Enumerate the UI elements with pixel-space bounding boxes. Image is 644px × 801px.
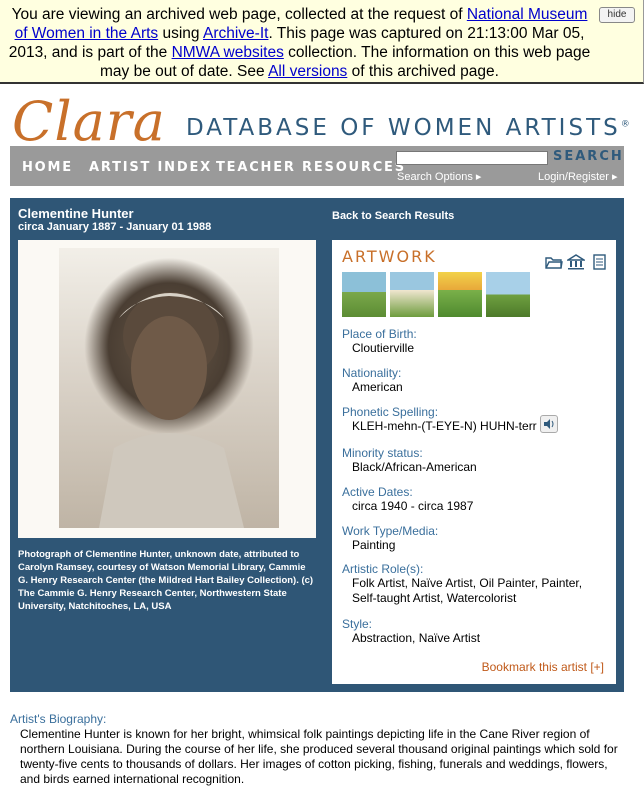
site-tagline: DATABASE OF WOMEN ARTISTS® [186,115,630,141]
banner-text-2: using [158,25,203,42]
nav-teacher-resources[interactable]: TEACHER RESOURCES [216,160,406,175]
artist-panel: Clementine Hunter circa January 1887 - J… [10,198,624,692]
banner-text-1: You are viewing an archived web page, co… [11,6,467,23]
active-dates-label: Active Dates: [342,485,413,499]
place-of-birth-value: Cloutierville [352,341,415,355]
archive-it-link[interactable]: Archive-It [203,25,268,42]
login-register-link[interactable]: Login/Register ▸ [538,170,618,183]
folder-icon[interactable] [545,254,563,270]
bookmark-artist-link[interactable]: Bookmark this artist [+] [482,660,604,674]
back-to-search-link[interactable]: Back to Search Results [332,210,454,222]
registered-mark: ® [620,119,630,130]
banner-text-5: of this archived page. [347,63,499,80]
nav-artist-index[interactable]: ARTIST INDEX [89,160,212,175]
photo-frame [18,240,316,538]
tagline-text: DATABASE OF WOMEN ARTISTS [186,115,621,141]
nationality-label: Nationality: [342,366,402,380]
hide-button[interactable]: hide [599,7,635,23]
nav-home[interactable]: HOME [22,160,73,175]
all-versions-link[interactable]: All versions [268,63,347,80]
artwork-info-box: ARTWORK Place of Birth: Cloutierville Na… [332,240,616,684]
phonetic-spelling-value: KLEH-mehn-(T-EYE-N) HUHN-terr [352,419,537,433]
minority-status-label: Minority status: [342,446,423,460]
artwork-thumbnail-1[interactable] [342,272,386,317]
artist-dates: circa January 1887 - January 01 1988 [18,221,212,233]
work-type-value: Painting [352,538,396,552]
archive-banner: You are viewing an archived web page, co… [0,0,644,84]
style-value: Abstraction, Naïve Artist [352,631,481,645]
artwork-thumbnail-3[interactable] [438,272,482,317]
artwork-thumbnail-4[interactable] [486,272,530,317]
artistic-roles-value: Folk Artist, Naïve Artist, Oil Painter, … [352,576,583,605]
minority-status-value: Black/African-American [352,460,477,474]
place-of-birth-label: Place of Birth: [342,327,417,341]
nationality-value: American [352,380,403,394]
artwork-heading: ARTWORK [342,247,437,266]
work-type-label: Work Type/Media: [342,524,439,538]
biography-text: Clementine Hunter is known for her brigh… [20,727,618,786]
photo-caption: Photograph of Clementine Hunter, unknown… [18,549,314,612]
collection-link[interactable]: NMWA websites [172,44,284,61]
artwork-thumbnail-2[interactable] [390,272,434,317]
search-button[interactable]: SEARCH [553,149,624,164]
phonetic-spelling-label: Phonetic Spelling: [342,405,439,419]
speaker-icon[interactable] [540,415,558,433]
main-nav: HOME ARTIST INDEX TEACHER RESOURCES SEAR… [10,146,624,186]
search-options-link[interactable]: Search Options ▸ [397,170,481,183]
search-input[interactable] [396,151,548,165]
museum-icon[interactable] [565,254,587,270]
biography-label: Artist's Biography: [10,712,107,726]
artistic-roles-label: Artistic Role(s): [342,562,424,576]
active-dates-value: circa 1940 - circa 1987 [352,499,474,513]
artist-photo [59,248,279,528]
artist-name: Clementine Hunter [18,206,134,221]
clara-logo[interactable]: Clara [12,90,166,153]
style-label: Style: [342,617,373,631]
document-icon[interactable] [591,254,609,270]
